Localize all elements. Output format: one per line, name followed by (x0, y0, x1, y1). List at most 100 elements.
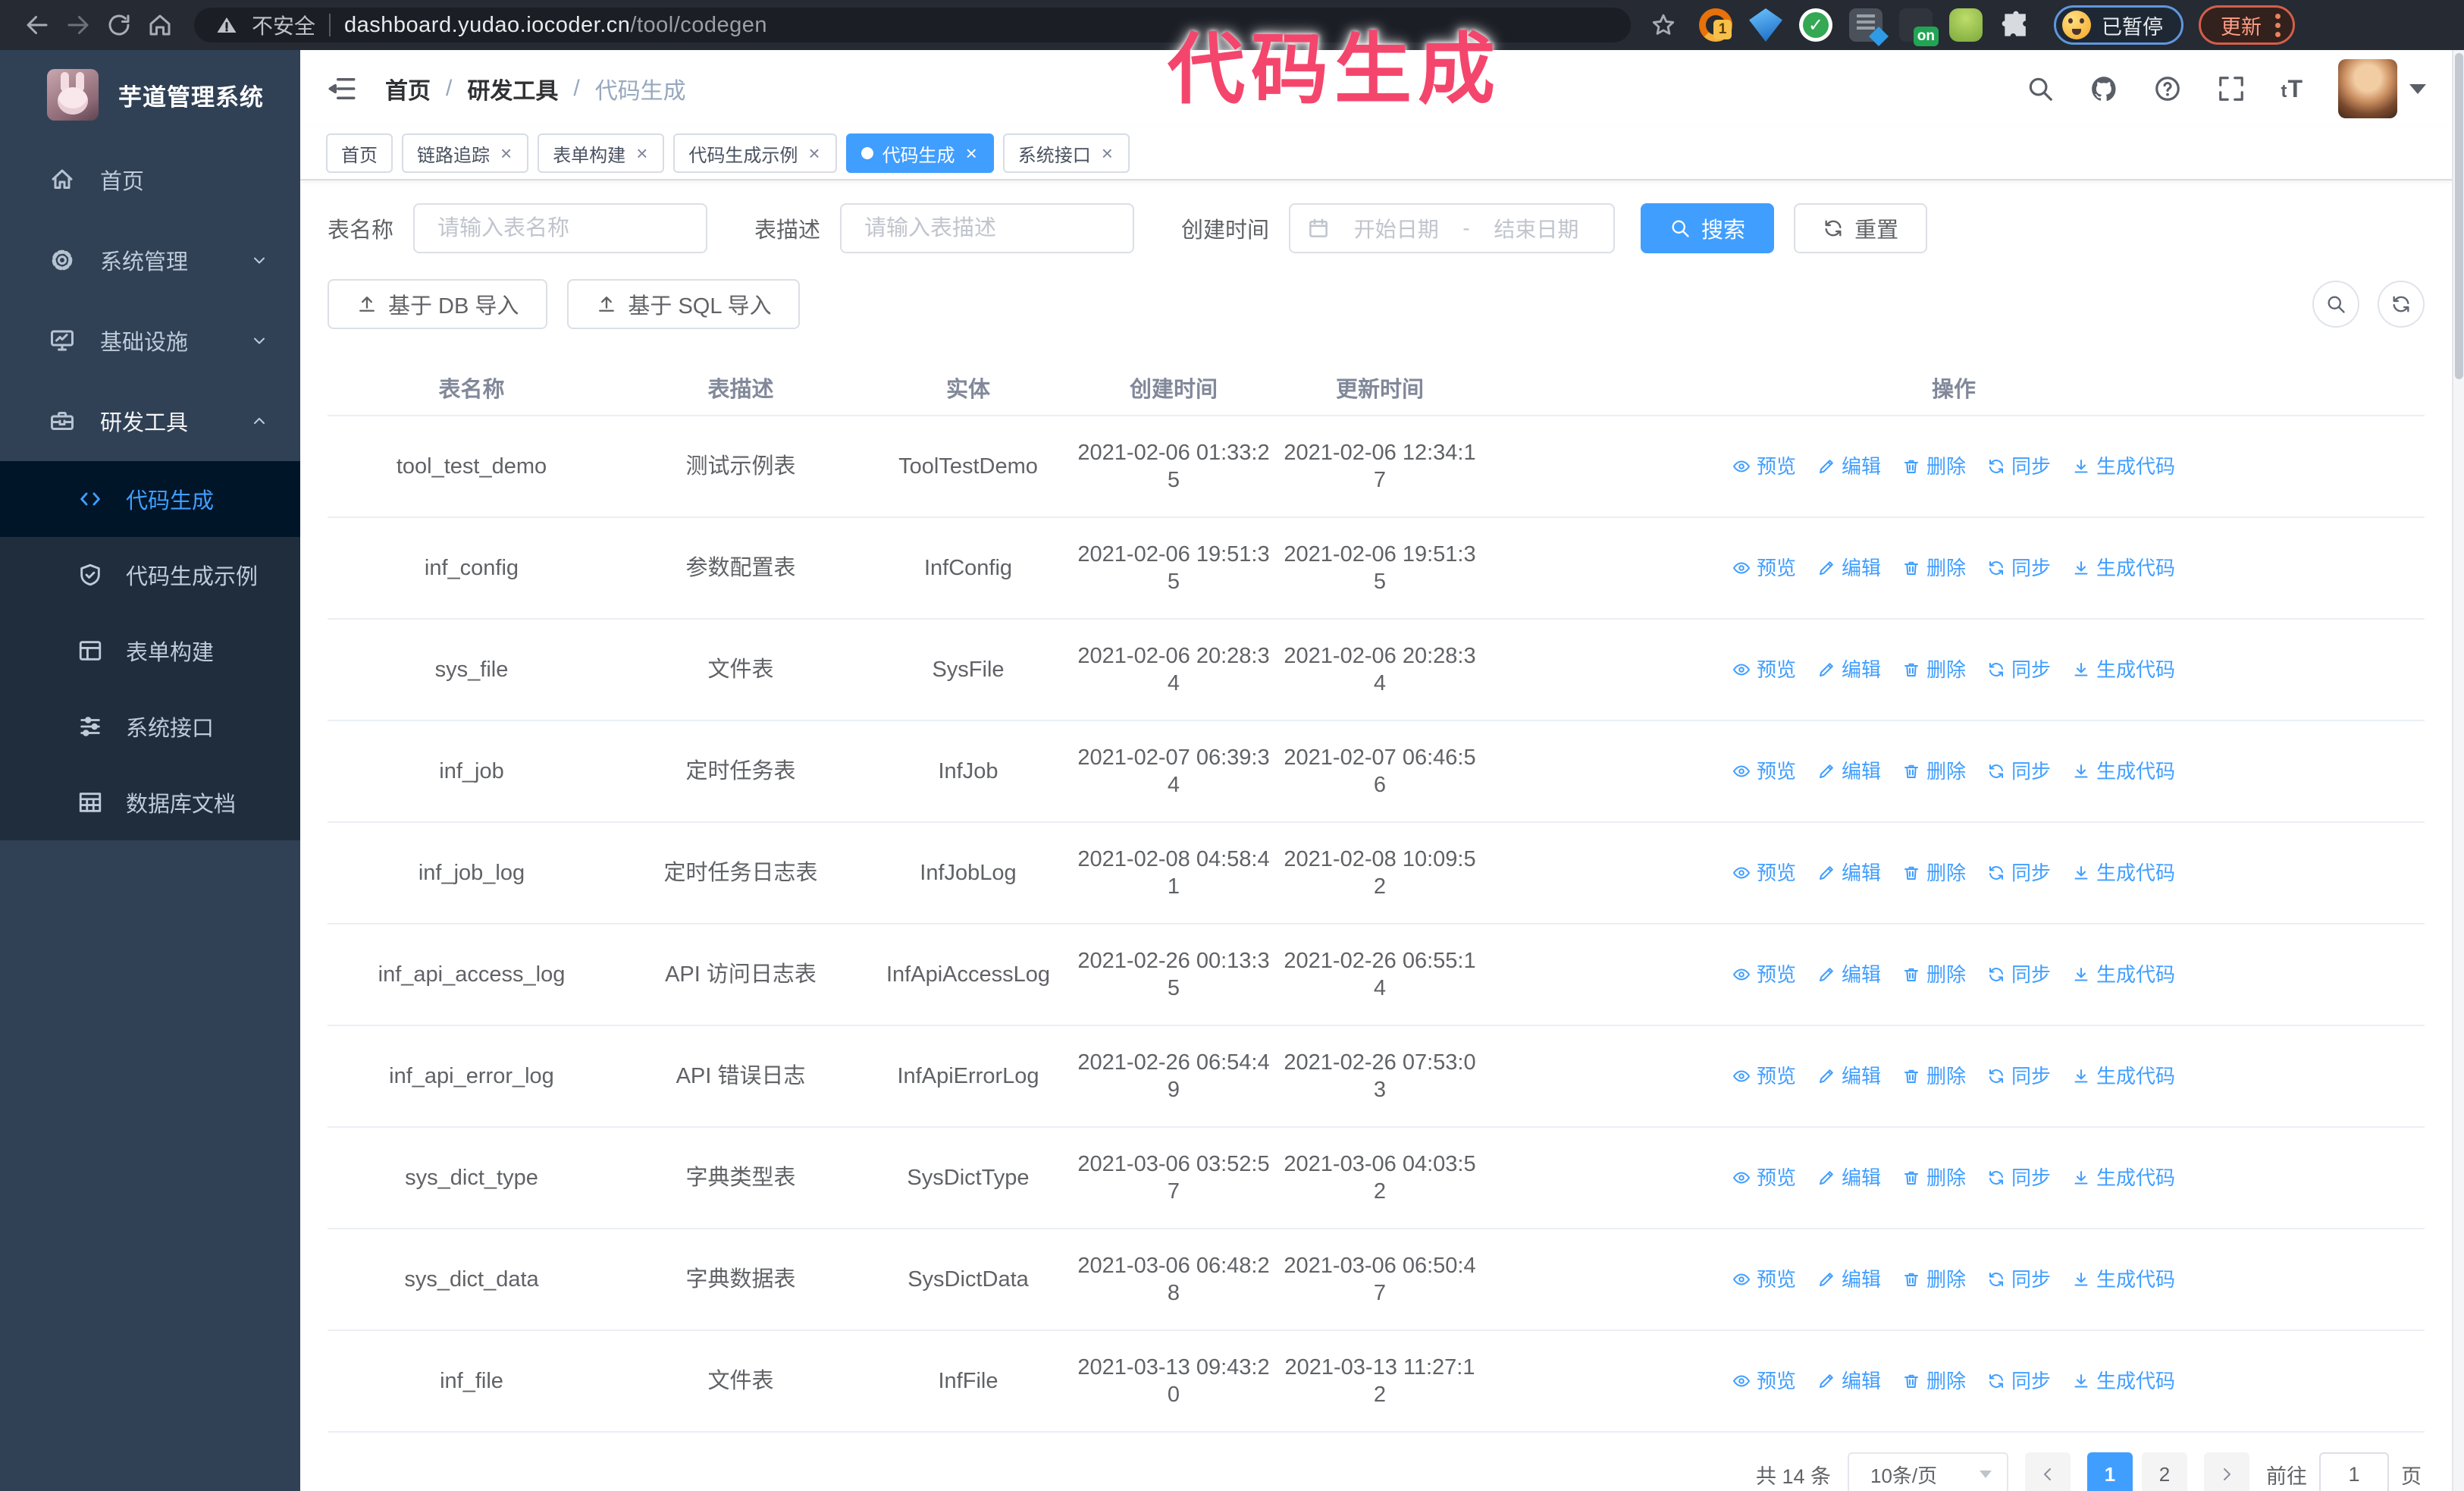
toggle-search-button[interactable] (2312, 281, 2359, 328)
action-生成代码[interactable]: 生成代码 (2072, 1063, 2175, 1090)
action-预览[interactable]: 预览 (1732, 1063, 1796, 1090)
page-button-2[interactable]: 2 (2142, 1452, 2187, 1491)
action-预览[interactable]: 预览 (1732, 961, 1796, 988)
action-编辑[interactable]: 编辑 (1817, 758, 1881, 785)
import-sql-button[interactable]: 基于 SQL 导入 (567, 279, 801, 329)
action-生成代码[interactable]: 生成代码 (2072, 859, 2175, 887)
tab-代码生成示例[interactable]: 代码生成示例 × (673, 133, 837, 173)
action-同步[interactable]: 同步 (1987, 859, 2051, 887)
browser-home-icon[interactable] (140, 5, 180, 46)
action-同步[interactable]: 同步 (1987, 1164, 2051, 1191)
action-预览[interactable]: 预览 (1732, 656, 1796, 683)
tab-表单构建[interactable]: 表单构建 × (538, 133, 665, 173)
search-icon[interactable] (2026, 74, 2055, 103)
refresh-table-button[interactable] (2378, 281, 2425, 328)
action-删除[interactable]: 删除 (1902, 961, 1966, 988)
sidebar-item-form-builder[interactable]: 表单构建 (0, 613, 300, 689)
extension-check-icon[interactable] (1799, 8, 1832, 42)
browser-back-icon[interactable] (17, 5, 58, 46)
extensions-puzzle-icon[interactable] (1999, 8, 2033, 42)
sidebar-item-codegen-example[interactable]: 代码生成示例 (0, 537, 300, 613)
action-生成代码[interactable]: 生成代码 (2072, 961, 2175, 988)
action-生成代码[interactable]: 生成代码 (2072, 453, 2175, 480)
sidebar-logo-row[interactable]: 芋道管理系统 (0, 50, 300, 140)
action-删除[interactable]: 删除 (1902, 859, 1966, 887)
action-预览[interactable]: 预览 (1732, 1164, 1796, 1191)
action-预览[interactable]: 预览 (1732, 1367, 1796, 1395)
start-date-placeholder[interactable]: 开始日期 (1336, 213, 1456, 243)
help-icon[interactable] (2153, 74, 2182, 103)
search-button[interactable]: 搜索 (1641, 203, 1775, 253)
action-编辑[interactable]: 编辑 (1817, 1063, 1881, 1090)
action-同步[interactable]: 同步 (1987, 656, 2051, 683)
table-name-input[interactable] (413, 203, 708, 253)
action-生成代码[interactable]: 生成代码 (2072, 554, 2175, 582)
extension-gem-icon[interactable] (1749, 8, 1782, 42)
sidebar-item-db-docs[interactable]: 数据库文档 (0, 764, 300, 840)
breadcrumb-dev-tools[interactable]: 研发工具 (467, 72, 558, 105)
action-同步[interactable]: 同步 (1987, 1367, 2051, 1395)
action-删除[interactable]: 删除 (1902, 1164, 1966, 1191)
action-删除[interactable]: 删除 (1902, 1266, 1966, 1293)
tab-close-icon[interactable]: × (1100, 143, 1114, 163)
sidebar-item-code-generation[interactable]: 代码生成 (0, 461, 300, 537)
action-删除[interactable]: 删除 (1902, 554, 1966, 582)
window-scrollbar[interactable] (2452, 50, 2464, 1491)
action-编辑[interactable]: 编辑 (1817, 1164, 1881, 1191)
extension-green-icon[interactable] (1949, 8, 1983, 42)
extension-orange-icon[interactable]: 1 (1699, 8, 1732, 42)
tab-close-icon[interactable]: × (964, 143, 979, 163)
page-button-1[interactable]: 1 (2087, 1452, 2133, 1491)
action-删除[interactable]: 删除 (1902, 453, 1966, 480)
sidebar-item-system-management[interactable]: 系统管理 (0, 220, 300, 300)
action-预览[interactable]: 预览 (1732, 1266, 1796, 1293)
action-同步[interactable]: 同步 (1987, 758, 2051, 785)
action-预览[interactable]: 预览 (1732, 453, 1796, 480)
action-编辑[interactable]: 编辑 (1817, 453, 1881, 480)
reset-button[interactable]: 重置 (1794, 203, 1928, 253)
tab-close-icon[interactable]: × (807, 143, 821, 163)
browser-forward-icon[interactable] (58, 5, 99, 46)
action-同步[interactable]: 同步 (1987, 1266, 2051, 1293)
tab-代码生成[interactable]: 代码生成 × (845, 133, 994, 173)
next-page-button[interactable] (2204, 1452, 2249, 1491)
breadcrumb-home[interactable]: 首页 (385, 72, 431, 105)
action-编辑[interactable]: 编辑 (1817, 961, 1881, 988)
action-生成代码[interactable]: 生成代码 (2072, 1367, 2175, 1395)
action-编辑[interactable]: 编辑 (1817, 656, 1881, 683)
fullscreen-icon[interactable] (2217, 74, 2246, 103)
tab-close-icon[interactable]: × (499, 143, 513, 163)
tab-系统接口[interactable]: 系统接口 × (1002, 133, 1130, 173)
scrollbar-thumb[interactable] (2455, 53, 2463, 379)
hamburger-icon[interactable] (326, 73, 358, 105)
avatar[interactable] (2338, 59, 2397, 118)
sidebar-item-home[interactable]: 首页 (0, 140, 300, 220)
page-size-select[interactable]: 10条/页 (1848, 1452, 2008, 1491)
action-生成代码[interactable]: 生成代码 (2072, 1164, 2175, 1191)
action-编辑[interactable]: 编辑 (1817, 859, 1881, 887)
action-预览[interactable]: 预览 (1732, 758, 1796, 785)
action-编辑[interactable]: 编辑 (1817, 1367, 1881, 1395)
sidebar-item-system-api[interactable]: 系统接口 (0, 689, 300, 764)
extension-grid-icon[interactable] (1849, 8, 1889, 46)
action-预览[interactable]: 预览 (1732, 554, 1796, 582)
bookmark-star-icon[interactable] (1651, 12, 1676, 38)
sidebar-item-infrastructure[interactable]: 基础设施 (0, 300, 300, 381)
action-同步[interactable]: 同步 (1987, 961, 2051, 988)
tab-首页[interactable]: 首页 (326, 133, 393, 173)
tab-close-icon[interactable]: × (635, 143, 649, 163)
security-warning-icon[interactable] (215, 14, 238, 36)
action-同步[interactable]: 同步 (1987, 554, 2051, 582)
browser-menu-icon[interactable] (2275, 13, 2281, 37)
browser-update-button[interactable]: 更新 (2199, 5, 2295, 45)
action-同步[interactable]: 同步 (1987, 1063, 2051, 1090)
action-删除[interactable]: 删除 (1902, 1367, 1966, 1395)
browser-reload-icon[interactable] (99, 5, 140, 46)
browser-profile-badge[interactable]: 已暂停 (2054, 5, 2183, 45)
action-编辑[interactable]: 编辑 (1817, 1266, 1881, 1293)
sidebar-item-dev-tools[interactable]: 研发工具 (0, 381, 300, 461)
github-icon[interactable] (2089, 74, 2118, 103)
action-编辑[interactable]: 编辑 (1817, 554, 1881, 582)
date-range-picker[interactable]: 开始日期 - 结束日期 (1289, 203, 1616, 253)
action-删除[interactable]: 删除 (1902, 1063, 1966, 1090)
